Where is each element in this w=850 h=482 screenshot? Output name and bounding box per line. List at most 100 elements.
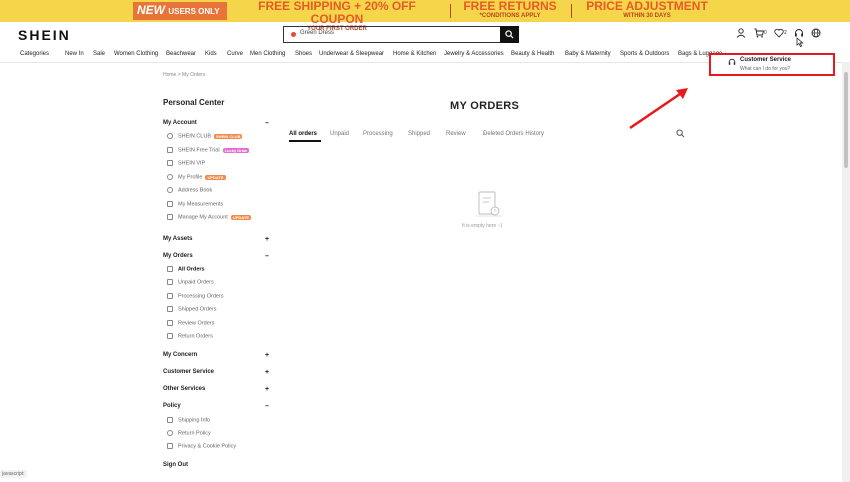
search-input[interactable]: Green Dress — [300, 30, 334, 36]
sidebar-section-other-services[interactable]: Other Services + — [163, 386, 269, 393]
empty-orders-icon — [476, 191, 502, 217]
tab-shipped[interactable]: Shipped — [408, 131, 430, 137]
active-tab-underline — [289, 140, 321, 142]
sidebar-section-my-account[interactable]: My Account – — [163, 120, 269, 127]
return-policy-icon — [167, 430, 173, 436]
page-title: MY ORDERS — [450, 100, 520, 112]
new-users-badge: NEW USERS ONLY — [133, 2, 227, 20]
processing-icon — [167, 293, 173, 299]
promo-banner[interactable]: NEW USERS ONLY FREE SHIPPING + 20% OFF C… — [0, 0, 850, 32]
search-bar[interactable]: Green Dress — [283, 26, 519, 43]
divider — [571, 4, 572, 18]
sidebar-section-my-assets[interactable]: My Assets + — [163, 236, 269, 243]
nav-item-sports-outdoors[interactable]: Sports & Outdoors — [620, 51, 669, 57]
customer-service-title: Customer Service — [740, 57, 792, 63]
sidebar-section-my-orders[interactable]: My Orders – — [163, 253, 269, 260]
cart-count: 0 — [764, 30, 767, 36]
sidebar-section-my-concern[interactable]: My Concern + — [163, 352, 269, 359]
nav-item-baby-maternity[interactable]: Baby & Maternity — [565, 51, 611, 57]
collapse-icon: – — [265, 403, 269, 410]
nav-item-kids[interactable]: Kids — [205, 51, 217, 57]
sidebar-item-address-book[interactable]: Address Book — [167, 187, 212, 193]
user-icon[interactable] — [736, 28, 746, 38]
tab-processing[interactable]: Processing — [363, 131, 393, 137]
sidebar-section-policy[interactable]: Policy – — [163, 403, 269, 410]
page-scrollbar[interactable] — [842, 62, 850, 482]
orders-icon — [167, 266, 173, 272]
customer-service-subtitle: What can I do for you? — [740, 66, 791, 72]
sidebar-item-return-orders[interactable]: Return Orders — [167, 333, 213, 339]
headset-icon — [728, 58, 736, 65]
return-icon — [167, 333, 173, 339]
settings-icon — [167, 214, 173, 220]
club-icon — [167, 133, 173, 139]
sidebar-item-free-trial[interactable]: SHEIN Free Trial Lucky Draw — [167, 147, 250, 153]
expand-icon: + — [265, 369, 270, 376]
browser-status-bar: javascript: — [0, 470, 27, 478]
mouse-cursor — [796, 37, 804, 47]
wishlist-count: 2 — [784, 30, 787, 36]
profile-icon — [167, 174, 173, 180]
update-tag: UPDATE — [205, 174, 226, 180]
personal-center-heading: Personal Center — [163, 98, 225, 107]
heart-icon[interactable] — [774, 28, 784, 38]
nav-item-new-in[interactable]: New In — [65, 51, 84, 57]
annotation-arrow — [629, 88, 688, 130]
collapse-icon: – — [265, 120, 269, 127]
search-icon — [505, 30, 514, 39]
nav-item-shoes[interactable]: Shoes — [295, 51, 312, 57]
lucky-draw-tag: Lucky Draw — [222, 147, 250, 153]
vip-icon — [167, 160, 173, 166]
lock-icon — [167, 443, 173, 449]
sidebar-item-privacy-policy[interactable]: Privacy & Cookie Policy — [167, 443, 236, 449]
expand-icon: + — [265, 386, 270, 393]
nav-item-home-kitchen[interactable]: Home & Kitchen — [393, 51, 436, 57]
tab-review[interactable]: Review — [446, 131, 466, 137]
tab-unpaid[interactable]: Unpaid — [330, 131, 349, 137]
sidebar-item-manage-account[interactable]: Manage My Account UPDATE — [167, 214, 251, 220]
sidebar-item-shein-vip[interactable]: SHEIN VIP — [167, 160, 205, 166]
nav-item-beauty-health[interactable]: Beauty & Health — [511, 51, 554, 57]
sidebar-item-my-profile[interactable]: My Profile UPDATE — [167, 174, 226, 180]
sidebar-section-customer-service[interactable]: Customer Service + — [163, 369, 269, 376]
nav-item-beachwear[interactable]: Beachwear — [166, 51, 196, 57]
expand-icon: + — [265, 352, 270, 359]
sidebar-item-shein-club[interactable]: SHEIN CLUB SHEIN CLUB — [167, 133, 243, 139]
collapse-icon: – — [265, 253, 269, 260]
truck-icon — [167, 417, 173, 423]
nav-item-jewelry-accessories[interactable]: Jewelry & Accessories — [444, 51, 504, 57]
sidebar-item-return-policy[interactable]: Return Policy — [167, 430, 211, 436]
breadcrumb[interactable]: Home > My Orders — [163, 72, 205, 78]
search-icon[interactable] — [676, 129, 685, 138]
search-button[interactable] — [500, 26, 519, 43]
shein-logo[interactable]: SHEIN — [18, 27, 71, 43]
sidebar-item-review-orders[interactable]: Review Orders — [167, 320, 214, 326]
divider — [450, 4, 451, 18]
sign-out-link[interactable]: Sign Out — [163, 462, 188, 468]
globe-icon[interactable] — [811, 28, 821, 38]
sidebar-item-shipping-info[interactable]: Shipping Info — [167, 417, 210, 423]
free-returns-promo[interactable]: FREE RETURNS *CONDITIONS APPLY — [455, 0, 565, 20]
ruler-icon — [167, 201, 173, 207]
nav-item-sale[interactable]: Sale — [93, 51, 105, 57]
scrollbar-thumb[interactable] — [844, 72, 848, 168]
empty-state-text: It is empty here :-) — [462, 223, 503, 229]
sidebar-item-my-measurements[interactable]: My Measurements — [167, 201, 223, 207]
nav-item-men-clothing[interactable]: Men Clothing — [250, 51, 285, 57]
sidebar-item-processing-orders[interactable]: Processing Orders — [167, 293, 224, 299]
sidebar-item-all-orders[interactable]: All Orders — [167, 266, 205, 272]
sidebar-item-unpaid-orders[interactable]: Unpaid Orders — [167, 279, 214, 285]
nav-item-underwear-sleepwear[interactable]: Underwear & Sleepwear — [319, 51, 384, 57]
trending-icon — [291, 32, 296, 37]
gift-icon — [167, 147, 173, 153]
customer-service-popup[interactable]: Customer Service What can I do for you? — [709, 53, 835, 76]
nav-item-curve[interactable]: Curve — [227, 51, 243, 57]
unpaid-icon — [167, 279, 173, 285]
sidebar-item-shipped-orders[interactable]: Shipped Orders — [167, 306, 217, 312]
nav-item-women-clothing[interactable]: Women Clothing — [114, 51, 158, 57]
nav-item-categories[interactable]: Categories — [20, 51, 49, 57]
update-tag: UPDATE — [230, 214, 251, 220]
price-adjustment-promo[interactable]: PRICE ADJUSTMENT WITHIN 30 DAYS — [578, 0, 716, 20]
cart-icon[interactable] — [754, 28, 764, 38]
tab-all-orders[interactable]: All orders — [289, 131, 317, 137]
